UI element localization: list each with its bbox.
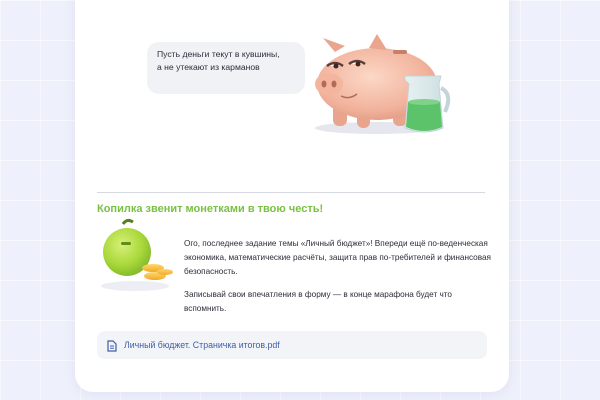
document-icon xyxy=(107,339,117,352)
piggy-bank-illustration xyxy=(315,34,451,134)
speech-bubble: Пусть деньги текут в кувшины, а не утека… xyxy=(147,42,305,94)
content-card: Пусть деньги текут в кувшины, а не утека… xyxy=(75,0,509,392)
attachment-row[interactable]: Личный бюджет. Страничка итогов.pdf xyxy=(97,331,487,359)
section-paragraph-2: Записывай свои впечатления в форму — в к… xyxy=(184,290,452,313)
section-divider xyxy=(97,192,485,193)
speech-bubble-line-1: Пусть деньги текут в кувшины, xyxy=(157,49,280,59)
apple-coin-bank-illustration xyxy=(101,218,173,291)
section-paragraph-1: Ого, последнее задание темы «Личный бюдж… xyxy=(184,239,491,276)
section-body: Ого, последнее задание темы «Личный бюдж… xyxy=(184,237,494,325)
section-heading: Копилка звенит монетками в твою честь! xyxy=(97,203,324,215)
speech-bubble-tail xyxy=(273,72,285,84)
attachment-link[interactable]: Личный бюджет. Страничка итогов.pdf xyxy=(124,340,280,350)
